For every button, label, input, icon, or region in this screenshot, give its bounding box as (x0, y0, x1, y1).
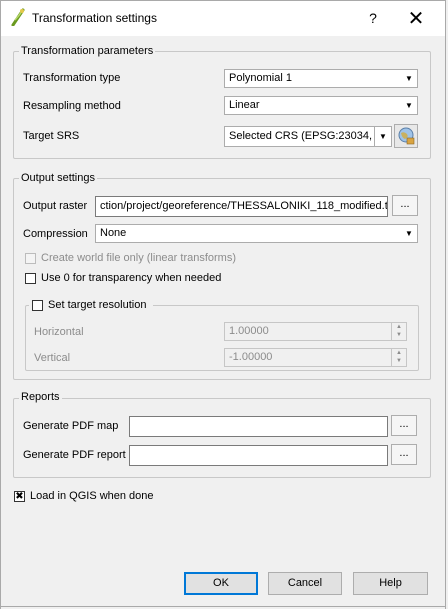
window-border-right (445, 36, 446, 609)
spin-arrows-icon: ▲ ▼ (391, 323, 406, 340)
target-srs-select[interactable]: Selected CRS (EPSG:23034, E ▼ (224, 126, 392, 147)
pdf-report-label: Generate PDF report (23, 449, 126, 461)
ok-button[interactable]: OK (184, 572, 258, 595)
output-raster-value: ction/project/georeference/THESSALONIKI_… (100, 200, 388, 212)
transformation-type-select[interactable]: Polynomial 1 ▼ (224, 69, 418, 88)
chevron-down-icon: ▼ (405, 74, 413, 83)
use-zero-transparency-checkbox[interactable] (25, 273, 36, 284)
compression-select[interactable]: None ▼ (95, 224, 418, 243)
pdf-report-field[interactable] (129, 445, 388, 466)
crs-select-button[interactable] (394, 124, 418, 148)
output-raster-field[interactable]: ction/project/georeference/THESSALONIKI_… (95, 196, 388, 217)
transformation-parameters-title: Transformation parameters (19, 45, 156, 57)
spin-arrows-icon: ▲ ▼ (391, 349, 406, 366)
chevron-down-icon: ▼ (405, 101, 413, 110)
target-srs-label: Target SRS (23, 130, 80, 142)
load-in-qgis-label: Load in QGIS when done (30, 490, 154, 502)
set-target-resolution-checkbox[interactable] (32, 300, 43, 311)
window-border-left (0, 36, 1, 609)
vertical-label: Vertical (34, 352, 71, 364)
horizontal-spinbox[interactable]: 1.00000 ▲ ▼ (224, 322, 407, 341)
help-icon[interactable]: ? (362, 7, 384, 29)
horizontal-label: Horizontal (34, 326, 84, 338)
chevron-down-icon: ▼ (405, 229, 413, 238)
resampling-method-select[interactable]: Linear ▼ (224, 96, 418, 115)
compression-label: Compression (23, 228, 88, 240)
reports-title: Reports (19, 391, 62, 403)
close-icon[interactable]: ✕ (404, 7, 428, 29)
set-target-resolution-label: Set target resolution (48, 299, 147, 311)
chevron-down-icon: ▼ (374, 127, 391, 146)
crs-globe-icon (398, 127, 415, 145)
vertical-value: -1.00000 (229, 351, 273, 363)
resampling-method-label: Resampling method (23, 100, 121, 112)
vertical-spinbox[interactable]: -1.00000 ▲ ▼ (224, 348, 407, 367)
use-zero-transparency-label: Use 0 for transparency when needed (41, 272, 222, 284)
window-border-bottom (0, 606, 446, 607)
create-world-file-checkbox[interactable] (25, 253, 36, 264)
target-srs-value: Selected CRS (EPSG:23034, E (229, 130, 383, 142)
resampling-method-value: Linear (229, 99, 260, 111)
reports-group (13, 398, 431, 478)
transformation-type-value: Polynomial 1 (229, 72, 292, 84)
transformation-type-label: Transformation type (23, 72, 121, 84)
help-button[interactable]: Help (353, 572, 428, 595)
pdf-map-label: Generate PDF map (23, 420, 119, 432)
cancel-button[interactable]: Cancel (268, 572, 342, 595)
window-title: Transformation settings (32, 11, 157, 25)
pdf-report-browse-button[interactable]: ... (391, 444, 417, 465)
create-world-file-label: Create world file only (linear transform… (41, 252, 237, 264)
pdf-map-browse-button[interactable]: ... (391, 415, 417, 436)
pdf-map-field[interactable] (129, 416, 388, 437)
output-raster-browse-button[interactable]: ... (392, 195, 418, 216)
horizontal-value: 1.00000 (229, 325, 269, 337)
compression-value: None (100, 227, 127, 239)
load-in-qgis-checkbox[interactable]: ✖ (14, 491, 25, 502)
output-raster-label: Output raster (23, 200, 88, 212)
app-icon (10, 8, 26, 27)
output-settings-title: Output settings (19, 172, 97, 184)
